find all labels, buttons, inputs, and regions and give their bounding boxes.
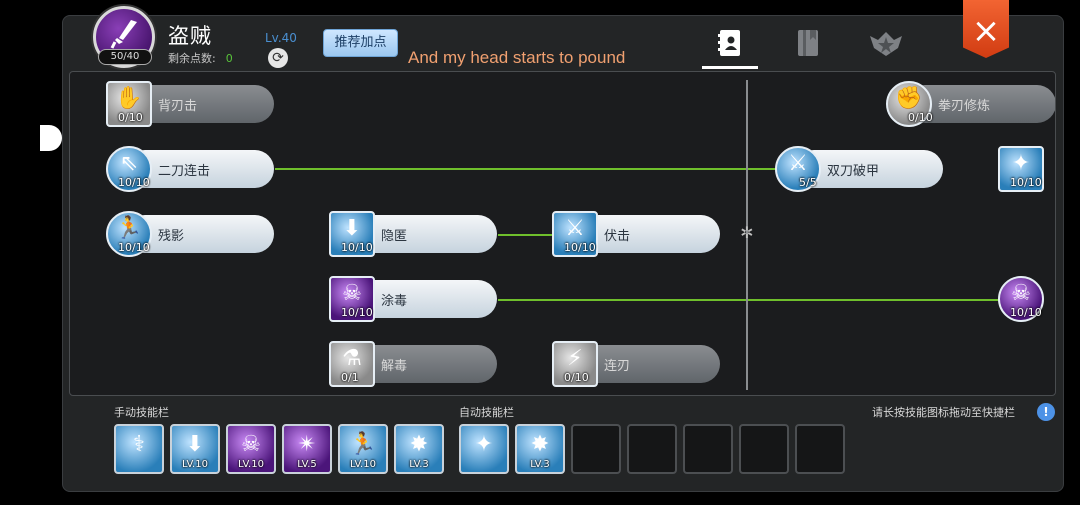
- auto-slot-empty[interactable]: [683, 424, 733, 474]
- class-name: 盗贼: [168, 24, 212, 48]
- skill-tree: ✲ ✋ 0/10 背刃击 ⇖ 10/10 二刀连击 🏃 10/10 残影 ⬇ 1…: [69, 71, 1056, 396]
- skill-level: 0/10: [118, 111, 143, 124]
- link-line: [498, 299, 1038, 301]
- skill-level: 10/10: [341, 241, 373, 254]
- skill-level: 0/1: [341, 371, 359, 384]
- emblem-icon: [870, 32, 902, 56]
- slot-level: LV.3: [530, 459, 550, 470]
- avatar-level-pill: 50/40: [98, 49, 152, 65]
- manual-bar-title: 手动技能栏: [114, 406, 169, 419]
- stealth-icon: ⬇: [185, 432, 205, 457]
- slot-level: LV.10: [350, 459, 376, 470]
- recommend-points-button[interactable]: 推荐加点: [323, 29, 398, 57]
- shuriken-icon: ✴: [297, 432, 317, 457]
- poison-icon: ☠: [241, 432, 261, 457]
- auto-bar-title: 自动技能栏: [459, 406, 514, 419]
- remaining-points: 剩余点数: 0: [168, 50, 233, 66]
- side-handle[interactable]: [40, 125, 62, 151]
- skill-node[interactable]: ⇖ 10/10 二刀连击: [106, 146, 274, 192]
- slot-level: LV.3: [409, 459, 429, 470]
- auto-slot-empty[interactable]: [627, 424, 677, 474]
- skill-level: 10/10: [1010, 176, 1042, 189]
- skill-level: 0/10: [564, 371, 589, 384]
- auto-slot[interactable]: ✦: [459, 424, 509, 474]
- skill-node[interactable]: ⬇ 10/10 隐匿: [329, 211, 497, 257]
- close-button[interactable]: ×: [963, 0, 1009, 58]
- slot-level: LV.10: [238, 459, 264, 470]
- skill-book-icon: [718, 30, 740, 56]
- skill-level: 10/10: [341, 306, 373, 319]
- skill-node[interactable]: ✋ 0/10 背刃击: [106, 81, 274, 127]
- skill-level: 10/10: [118, 176, 150, 189]
- close-icon: ×: [971, 11, 1001, 51]
- manual-slot[interactable]: ⬇ LV.10: [170, 424, 220, 474]
- skill-name: 二刀连击: [158, 164, 211, 179]
- manual-slot[interactable]: 🏃 LV.10: [338, 424, 388, 474]
- skill-name: 连刃: [604, 359, 631, 374]
- dagger-icon: [110, 20, 137, 49]
- active-tab-indicator: [702, 66, 758, 69]
- link-line: [275, 168, 805, 170]
- divider-ornament-icon: ✲: [740, 223, 754, 242]
- manual-slot[interactable]: ⚕: [114, 424, 164, 474]
- skill-node[interactable]: ☠ 10/10: [998, 276, 1055, 322]
- slot-level: LV.10: [182, 459, 208, 470]
- manual-slot[interactable]: ☠ LV.10: [226, 424, 276, 474]
- info-icon[interactable]: !: [1037, 403, 1055, 421]
- skill-name: 拳刃修炼: [938, 99, 991, 114]
- skill-node[interactable]: ✦ 10/10: [998, 146, 1055, 192]
- tab-skills[interactable]: [702, 28, 758, 64]
- skill-node[interactable]: ✊ 0/10 拳刃修炼: [886, 81, 1055, 127]
- skill-name: 隐匿: [381, 229, 408, 244]
- afterimage-icon: 🏃: [349, 432, 377, 457]
- skill-level: 0/10: [908, 111, 933, 124]
- skill-node[interactable]: ⚗ 0/1 解毒: [329, 341, 497, 387]
- video-subtitle: And my head starts to pound: [408, 48, 626, 67]
- auto-slot-empty[interactable]: [739, 424, 789, 474]
- skill-level: 5/5: [799, 176, 817, 189]
- burst-icon: ✸: [409, 432, 429, 457]
- skill-name: 伏击: [604, 229, 631, 244]
- skill-level: 10/10: [118, 241, 150, 254]
- slot-level: LV.5: [297, 459, 317, 470]
- auto-slot-empty[interactable]: [795, 424, 845, 474]
- skill-node[interactable]: 🏃 10/10 残影: [106, 211, 274, 257]
- remaining-points-label: 剩余点数:: [168, 52, 216, 65]
- remaining-points-value: 0: [225, 52, 233, 65]
- link-line: [498, 234, 558, 236]
- character-level: Lv.40: [265, 31, 297, 45]
- skill-name: 背刃击: [158, 99, 198, 114]
- revive-icon: ⚕: [133, 432, 145, 457]
- tab-emblem[interactable]: [858, 28, 914, 64]
- reset-points-icon[interactable]: ⟳: [268, 48, 288, 68]
- blade-burst-icon: ✦: [474, 432, 494, 457]
- auto-slot[interactable]: ✸ LV.3: [515, 424, 565, 474]
- burst-icon: ✸: [530, 432, 550, 457]
- skill-name: 涂毒: [381, 294, 408, 309]
- skill-name: 残影: [158, 229, 185, 244]
- skill-node[interactable]: ☠ 10/10 涂毒: [329, 276, 497, 322]
- tab-notes[interactable]: [780, 28, 836, 64]
- skill-name: 双刀破甲: [827, 164, 880, 179]
- skill-level: 10/10: [1010, 306, 1042, 319]
- notebook-icon: [798, 30, 818, 56]
- manual-slot[interactable]: ✴ LV.5: [282, 424, 332, 474]
- manual-slot[interactable]: ✸ LV.3: [394, 424, 444, 474]
- skill-node[interactable]: ⚔ 10/10 伏击: [552, 211, 720, 257]
- skill-name: 解毒: [381, 359, 408, 374]
- drag-hint: 请长按技能图标拖动至快捷栏: [872, 406, 1015, 419]
- skill-node[interactable]: ⚔ 5/5 双刀破甲: [775, 146, 943, 192]
- auto-slot-empty[interactable]: [571, 424, 621, 474]
- skill-level: 10/10: [564, 241, 596, 254]
- skill-node[interactable]: ⚡ 0/10 连刃: [552, 341, 720, 387]
